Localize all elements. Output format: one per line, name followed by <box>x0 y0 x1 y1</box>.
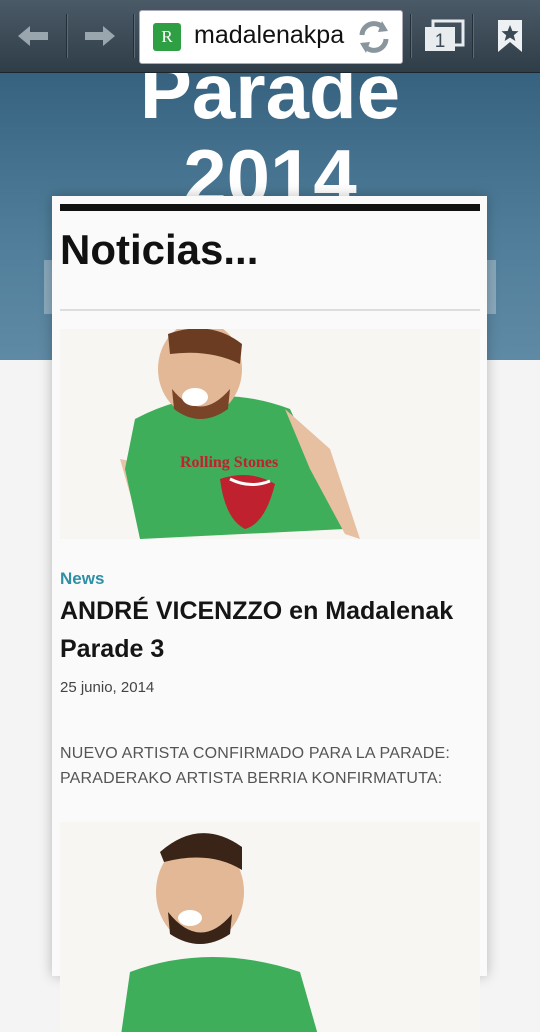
reload-button[interactable] <box>352 15 396 59</box>
svg-text:Rolling Stones: Rolling Stones <box>180 454 278 471</box>
post-excerpt: NUEVO ARTISTA CONFIRMADO PARA LA PARADE:… <box>60 745 451 787</box>
browser-toolbar: R madalenakpa 1 <box>0 0 540 73</box>
section-title: Noticias... <box>60 226 259 273</box>
tab-count: 1 <box>435 31 446 52</box>
bookmark-button[interactable] <box>480 0 540 72</box>
forward-button[interactable] <box>68 0 132 72</box>
tabs-button[interactable]: 1 <box>418 0 470 72</box>
post-title-link[interactable]: ANDRÉ VICENZZO en Madalenak Parade 3 <box>60 592 480 668</box>
post-category-link[interactable]: News <box>60 569 104 589</box>
reload-icon <box>359 21 389 53</box>
artist-photo-2-icon <box>60 822 480 1032</box>
hero-title-line1: Parade <box>139 72 401 135</box>
site-favicon-icon: R <box>153 23 181 51</box>
post-image[interactable]: Rolling Stones <box>60 329 480 539</box>
forward-arrow-icon <box>85 26 115 46</box>
post-date: 25 junio, 2014 <box>60 679 155 696</box>
back-button[interactable] <box>0 0 66 72</box>
artist-photo-icon: Rolling Stones <box>60 329 480 539</box>
section-top-rule <box>60 204 480 211</box>
post-image-2[interactable] <box>60 822 480 1032</box>
url-text: madalenakpa <box>194 21 345 49</box>
address-bar[interactable]: R madalenakpa <box>139 10 403 64</box>
content-card: Noticias... Rolling Stones News ANDRÉ VI… <box>52 196 487 1032</box>
section-divider <box>60 309 480 311</box>
tabs-icon: 1 <box>425 19 465 52</box>
bookmark-star-icon <box>498 20 522 52</box>
back-arrow-icon <box>18 26 48 46</box>
